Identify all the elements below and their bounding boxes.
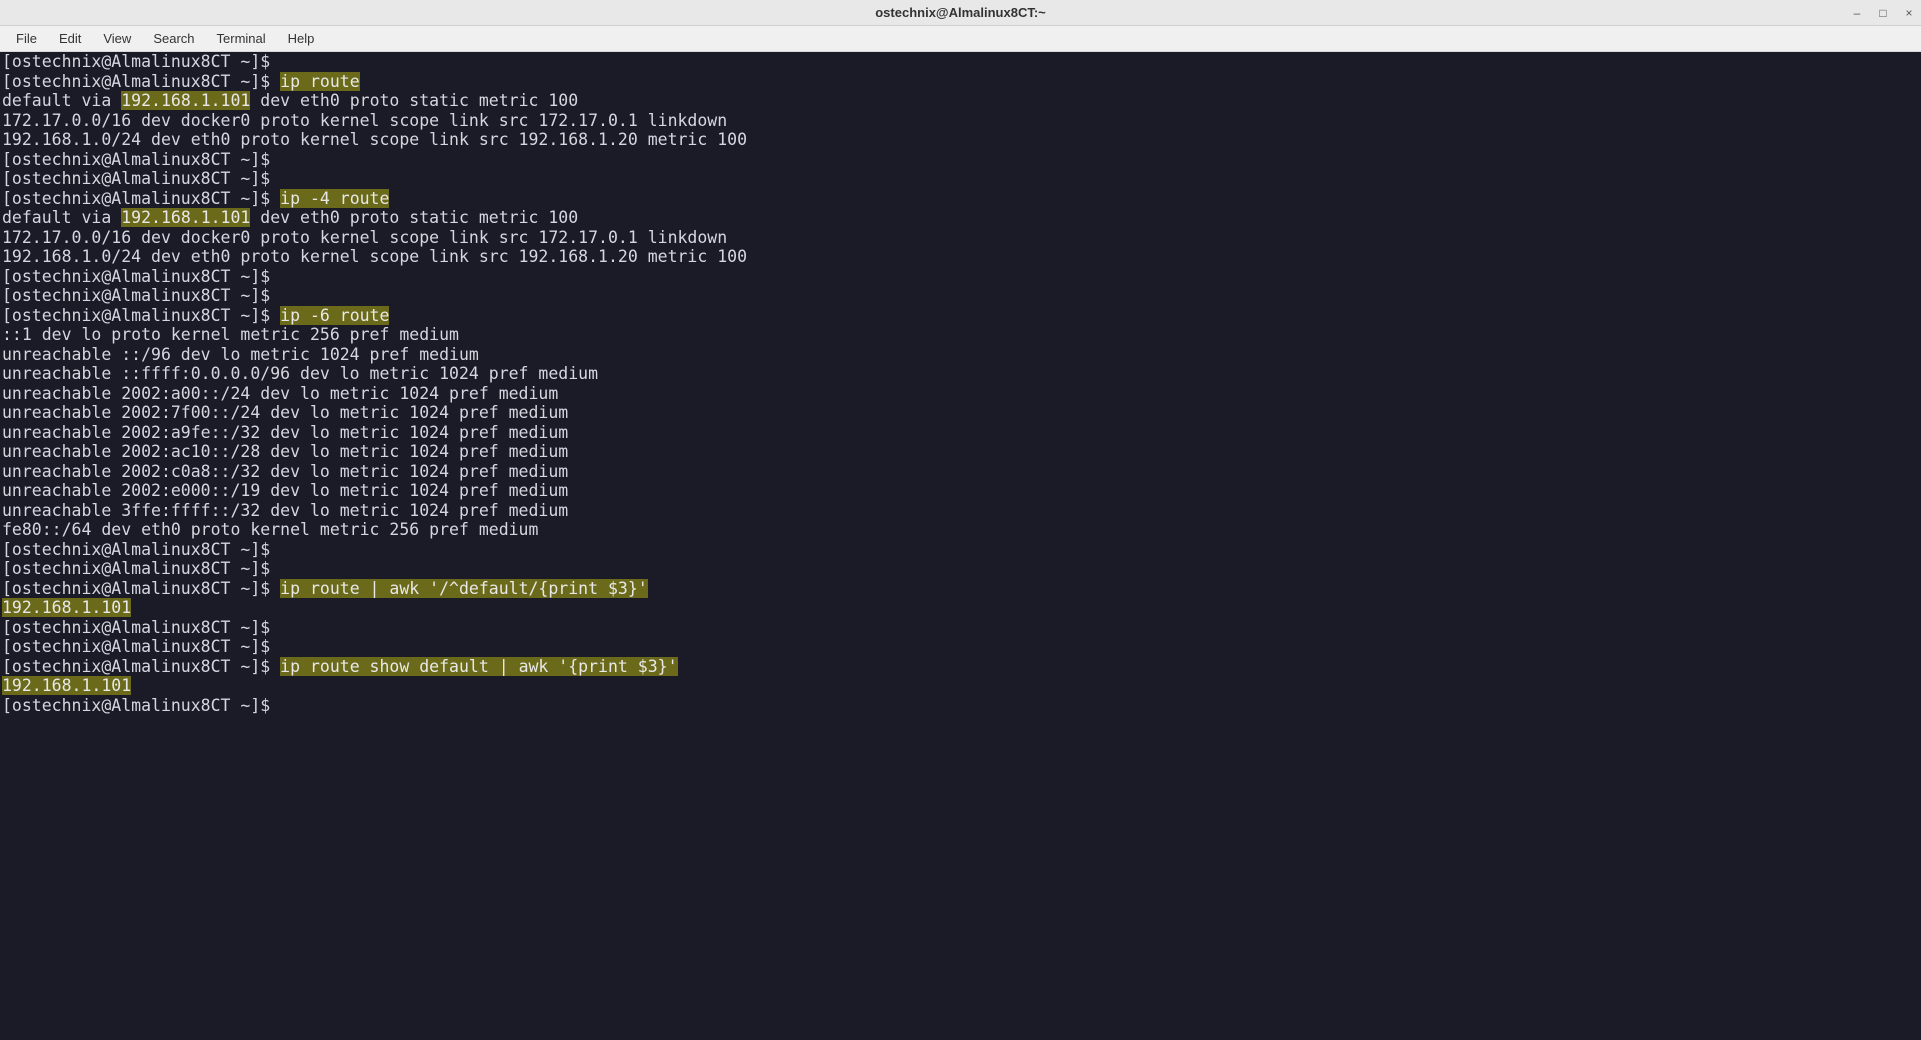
output-text: fe80::/64 dev eth0 proto kernel metric 2… [2,520,1919,540]
output-text: unreachable ::/96 dev lo metric 1024 pre… [2,345,1919,365]
terminal-output[interactable]: [ostechnix@Almalinux8CT ~]$ [ostechnix@A… [0,52,1921,1040]
menu-search[interactable]: Search [143,28,204,49]
prompt: [ostechnix@Almalinux8CT ~]$ [2,657,280,676]
menubar: File Edit View Search Terminal Help [0,26,1921,52]
prompt: [ostechnix@Almalinux8CT ~]$ [2,540,280,559]
minimize-button[interactable]: – [1851,7,1863,19]
menu-file[interactable]: File [6,28,47,49]
prompt: [ostechnix@Almalinux8CT ~]$ [2,189,280,208]
output-text: unreachable 2002:a9fe::/32 dev lo metric… [2,423,1919,443]
output-text: unreachable 2002:e000::/19 dev lo metric… [2,481,1919,501]
prompt: [ostechnix@Almalinux8CT ~]$ [2,52,280,71]
menu-view[interactable]: View [93,28,141,49]
prompt: [ostechnix@Almalinux8CT ~]$ [2,267,280,286]
window-controls: – □ × [1851,7,1915,19]
output-text: 172.17.0.0/16 dev docker0 proto kernel s… [2,111,1919,131]
menu-edit[interactable]: Edit [49,28,91,49]
gateway-ip: 192.168.1.101 [121,91,250,110]
prompt: [ostechnix@Almalinux8CT ~]$ [2,306,280,325]
menu-help[interactable]: Help [278,28,325,49]
command-input: ip -6 route [280,306,389,325]
window-titlebar: ostechnix@Almalinux8CT:~ – □ × [0,0,1921,26]
close-button[interactable]: × [1903,7,1915,19]
command-input: ip route | awk '/^default/{print $3}' [280,579,648,598]
output-result: 192.168.1.101 [2,598,131,617]
prompt: [ostechnix@Almalinux8CT ~]$ [2,637,280,656]
prompt: [ostechnix@Almalinux8CT ~]$ [2,72,280,91]
gateway-ip: 192.168.1.101 [121,208,250,227]
prompt: [ostechnix@Almalinux8CT ~]$ [2,618,280,637]
output-text: 172.17.0.0/16 dev docker0 proto kernel s… [2,228,1919,248]
prompt: [ostechnix@Almalinux8CT ~]$ [2,286,280,305]
prompt: [ostechnix@Almalinux8CT ~]$ [2,169,280,188]
output-text: ::1 dev lo proto kernel metric 256 pref … [2,325,1919,345]
prompt: [ostechnix@Almalinux8CT ~]$ [2,150,280,169]
prompt: [ostechnix@Almalinux8CT ~]$ [2,579,280,598]
output-text: default via [2,208,121,227]
output-text: unreachable 2002:ac10::/28 dev lo metric… [2,442,1919,462]
window-title: ostechnix@Almalinux8CT:~ [875,5,1046,20]
output-text: unreachable 2002:c0a8::/32 dev lo metric… [2,462,1919,482]
maximize-button[interactable]: □ [1877,7,1889,19]
output-text: dev eth0 proto static metric 100 [250,91,578,110]
prompt: [ostechnix@Almalinux8CT ~]$ [2,696,280,715]
output-text: default via [2,91,121,110]
output-text: unreachable 3ffe:ffff::/32 dev lo metric… [2,501,1919,521]
output-text: unreachable 2002:a00::/24 dev lo metric … [2,384,1919,404]
output-text: unreachable 2002:7f00::/24 dev lo metric… [2,403,1919,423]
menu-terminal[interactable]: Terminal [207,28,276,49]
output-text: 192.168.1.0/24 dev eth0 proto kernel sco… [2,247,1919,267]
command-input: ip route show default | awk '{print $3}' [280,657,677,676]
output-result: 192.168.1.101 [2,676,131,695]
output-text: dev eth0 proto static metric 100 [250,208,578,227]
prompt: [ostechnix@Almalinux8CT ~]$ [2,559,280,578]
command-input: ip route [280,72,359,91]
output-text: unreachable ::ffff:0.0.0.0/96 dev lo met… [2,364,1919,384]
output-text: 192.168.1.0/24 dev eth0 proto kernel sco… [2,130,1919,150]
command-input: ip -4 route [280,189,389,208]
